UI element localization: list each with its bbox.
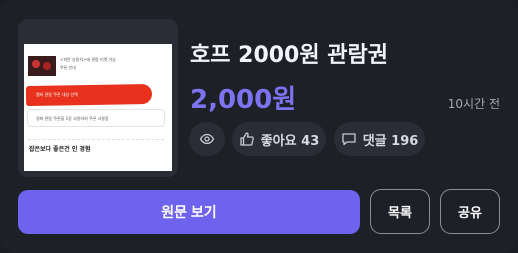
eye-icon bbox=[199, 133, 215, 145]
like-count: 좋아요 43 bbox=[260, 133, 320, 149]
like-button[interactable]: 좋아요 43 bbox=[232, 122, 326, 156]
view-original-button[interactable]: 원문 보기 bbox=[18, 190, 360, 234]
list-button[interactable]: 목록 bbox=[370, 189, 430, 234]
thumbnail-text-1: <파란 승용차>에 관람 티켓 가능 bbox=[60, 57, 116, 62]
thumbnail-text-2: 쿠폰 안내 bbox=[60, 65, 76, 70]
comment-icon bbox=[342, 133, 356, 146]
post-time: 10시간 전 bbox=[447, 97, 500, 111]
thumbs-up-icon bbox=[240, 132, 254, 146]
post-card: <파란 승용차>에 관람 티켓 가능 쿠폰 안내 멤버 관람 쿠폰 대상 선택 … bbox=[0, 0, 518, 253]
thumbnail-footer: 잡은보다 좋은건 인 경험 bbox=[29, 146, 91, 153]
thumbnail-text-3: 멤버 관람 쿠폰 대상 선택 bbox=[36, 92, 78, 97]
post-thumbnail[interactable]: <파란 승용차>에 관람 티켓 가능 쿠폰 안내 멤버 관람 쿠폰 대상 선택 … bbox=[18, 19, 178, 177]
thumbnail-photo bbox=[28, 56, 56, 76]
post-price: 2,000원 bbox=[190, 85, 297, 115]
comment-button[interactable]: 댓글 196 bbox=[334, 122, 425, 156]
view-stat[interactable] bbox=[189, 122, 225, 156]
thumbnail-divider bbox=[28, 139, 164, 140]
thumbnail-image: <파란 승용차>에 관람 티켓 가능 쿠폰 안내 멤버 관람 쿠폰 대상 선택 … bbox=[24, 44, 172, 171]
post-title: 호프 2000원 관람권 bbox=[190, 43, 388, 68]
thumbnail-text-4: 영화 관람 쿠폰을 1장 사용하여 쿠폰 사용함 bbox=[36, 116, 109, 121]
share-button[interactable]: 공유 bbox=[440, 189, 500, 234]
comment-count: 댓글 196 bbox=[362, 133, 419, 149]
